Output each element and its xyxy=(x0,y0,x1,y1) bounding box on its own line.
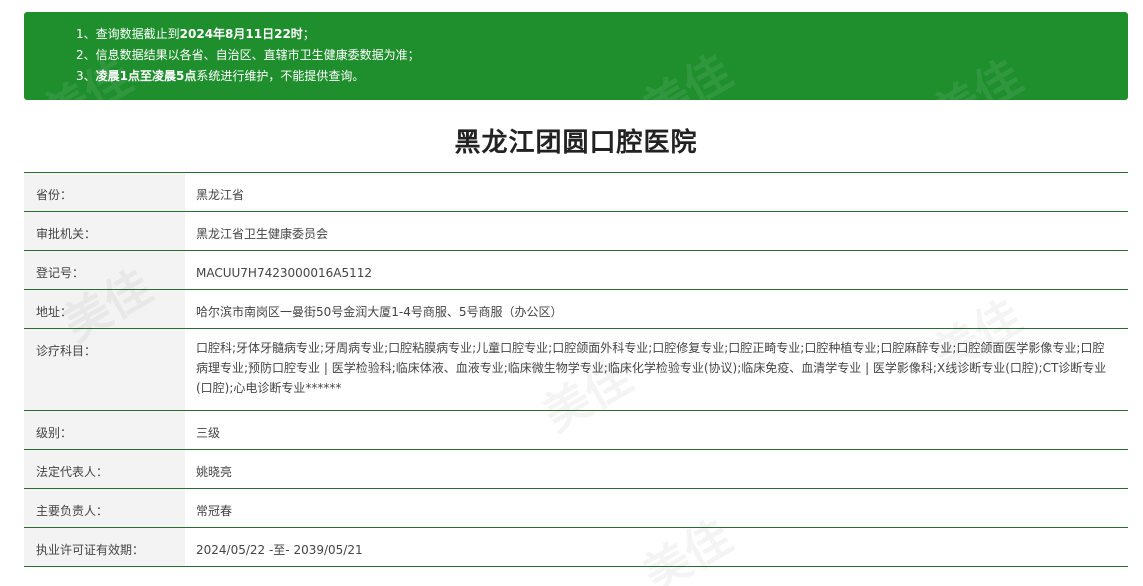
notice-line-1: 1、查询数据截止到2024年8月11日22时； xyxy=(76,24,1128,45)
notice-line-3-time: 凌晨1点至凌晨5点 xyxy=(95,69,197,83)
row-label: 执业许可证有效期： xyxy=(24,528,185,566)
row-label: 审批机关： xyxy=(24,212,185,250)
table-row: 执业许可证有效期： 2024/05/22 -至- 2039/05/21 xyxy=(24,528,1128,567)
row-value: 三级 xyxy=(196,426,221,440)
table-row: 诊疗科目： 口腔科;牙体牙髓病专业;牙周病专业;口腔粘膜病专业;儿童口腔专业;口… xyxy=(24,329,1128,411)
row-value: MACUU7H7423000016A5112 xyxy=(196,266,373,280)
row-label: 法定代表人： xyxy=(24,450,185,488)
table-row: 审批机关： 黑龙江省卫生健康委员会 xyxy=(24,212,1128,251)
notice-line-3-prefix: 3、 xyxy=(76,69,96,83)
row-label: 诊疗科目： xyxy=(24,329,185,410)
row-label: 主要负责人： xyxy=(24,489,185,527)
table-row: 法定代表人： 姚晓亮 xyxy=(24,450,1128,489)
notice-line-2: 2、信息数据结果以各省、自治区、直辖市卫生健康委数据为准； xyxy=(76,48,420,62)
notice-line-1-suffix: ； xyxy=(302,27,315,41)
table-row: 主要负责人： 常冠春 xyxy=(24,489,1128,528)
notice-line-1-prefix: 1、查询数据截止到 xyxy=(76,27,180,41)
notice-line-1-date: 2024年8月11日22时 xyxy=(179,27,303,41)
info-table: 省份： 黑龙江省 审批机关： 黑龙江省卫生健康委员会 登记号： MACUU7H7… xyxy=(24,172,1128,567)
row-value: 常冠春 xyxy=(196,504,233,518)
page: 1、查询数据截止到2024年8月11日22时； 2、信息数据结果以各省、自治区、… xyxy=(0,0,1143,586)
table-row: 地址： 哈尔滨市南岗区一曼街50号金润大厦1-4号商服、5号商服（办公区） xyxy=(24,290,1128,329)
table-row: 级别： 三级 xyxy=(24,411,1128,450)
row-value: 黑龙江省卫生健康委员会 xyxy=(196,227,329,241)
row-value: 哈尔滨市南岗区一曼街50号金润大厦1-4号商服、5号商服（办公区） xyxy=(196,305,563,319)
row-value: 姚晓亮 xyxy=(196,465,233,479)
row-label: 省份： xyxy=(24,173,185,211)
page-title: 黑龙江团圆口腔医院 xyxy=(454,128,698,158)
table-row: 登记号： MACUU7H7423000016A5112 xyxy=(24,251,1128,290)
row-value: 黑龙江省 xyxy=(196,188,245,202)
row-value: 2024/05/22 -至- 2039/05/21 xyxy=(196,543,363,557)
row-label: 登记号： xyxy=(24,251,185,289)
row-label: 级别： xyxy=(24,411,185,449)
notice-line-3-suffix: 系统进行维护，不能提供查询。 xyxy=(196,69,365,83)
notice-line-3: 3、凌晨1点至凌晨5点系统进行维护，不能提供查询。 xyxy=(76,66,1128,87)
table-row: 省份： 黑龙江省 xyxy=(24,173,1128,212)
row-value: 口腔科;牙体牙髓病专业;牙周病专业;口腔粘膜病专业;儿童口腔专业;口腔颌面外科专… xyxy=(196,341,1107,395)
notice-banner: 1、查询数据截止到2024年8月11日22时； 2、信息数据结果以各省、自治区、… xyxy=(24,12,1128,100)
row-label: 地址： xyxy=(24,290,185,328)
